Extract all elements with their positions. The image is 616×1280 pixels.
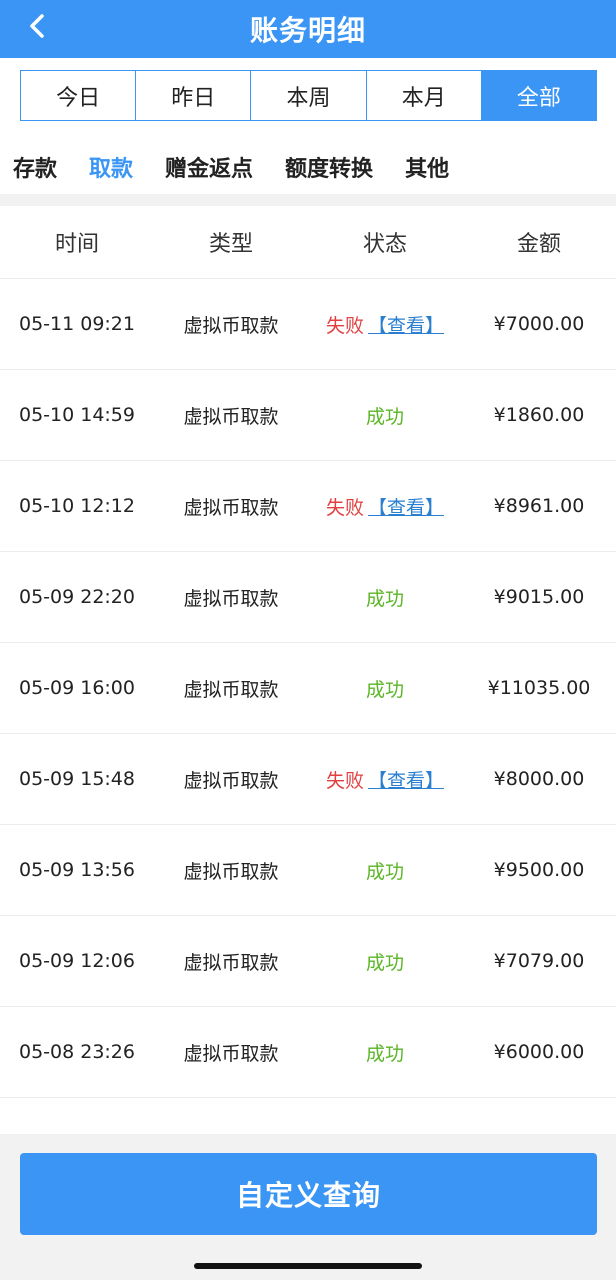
table-row: 05-09 13:56 虚拟币取款 成功 ¥9500.00 bbox=[0, 825, 616, 916]
status-label: 失败 bbox=[325, 496, 364, 519]
home-indicator bbox=[194, 1263, 422, 1269]
type-cell: 虚拟币取款 bbox=[183, 769, 279, 792]
status-cell: 成功 bbox=[308, 1007, 462, 1097]
table-row: 05-09 12:06 虚拟币取款 成功 ¥7079.00 bbox=[0, 916, 616, 1007]
status-cell: 失败 【查看】 bbox=[308, 734, 462, 824]
time-cell: 05-08 23:26 bbox=[18, 1041, 135, 1063]
category-tab-3[interactable]: 额度转换 bbox=[285, 151, 373, 183]
time-cell: 05-10 12:12 bbox=[18, 495, 135, 517]
category-tab-4[interactable]: 其他 bbox=[405, 151, 449, 183]
view-details-link[interactable]: 【查看】 bbox=[368, 766, 444, 793]
period-tab-3[interactable]: 本月 bbox=[367, 71, 482, 120]
time-cell: 05-09 15:48 bbox=[18, 768, 135, 790]
status-label: 成功 bbox=[365, 405, 404, 428]
amount-cell: ¥7000.00 bbox=[493, 313, 585, 335]
status-cell: 成功 bbox=[308, 916, 462, 1006]
amount-cell: ¥7079.00 bbox=[493, 950, 585, 972]
amount-cell: ¥9500.00 bbox=[493, 859, 585, 881]
amount-cell: ¥8000.00 bbox=[493, 768, 585, 790]
period-tab-1[interactable]: 昨日 bbox=[136, 71, 252, 120]
status-cell: 成功 bbox=[308, 370, 462, 460]
table-row: 05-09 22:20 虚拟币取款 成功 ¥9015.00 bbox=[0, 552, 616, 643]
amount-cell: ¥1860.00 bbox=[493, 404, 585, 426]
period-tab-2[interactable]: 本周 bbox=[251, 71, 367, 120]
amount-cell: ¥11035.00 bbox=[487, 677, 591, 699]
type-cell: 虚拟币取款 bbox=[183, 314, 279, 337]
status-label: 成功 bbox=[365, 1042, 404, 1065]
status-label: 成功 bbox=[365, 860, 404, 883]
transactions-table: 时间 类型 状态 金额 05-11 09:21 虚拟币取款 失败 【查看】 ¥7000.00 0… bbox=[0, 206, 616, 1134]
status-cell: 失败 【查看】 bbox=[308, 279, 462, 369]
status-cell: 失败 【查看】 bbox=[308, 461, 462, 551]
category-tab-1[interactable]: 取款 bbox=[89, 151, 133, 183]
time-cell: 05-09 16:00 bbox=[18, 677, 135, 699]
divider bbox=[0, 194, 616, 206]
table-row: 05-09 15:48 虚拟币取款 失败 【查看】 ¥8000.00 bbox=[0, 734, 616, 825]
status-label: 成功 bbox=[365, 951, 404, 974]
header-bar: 账务明细 bbox=[0, 0, 616, 58]
column-header: 时间 bbox=[54, 232, 99, 257]
category-tab-2[interactable]: 赠金返点 bbox=[165, 151, 253, 183]
period-tab-4[interactable]: 全部 bbox=[481, 71, 597, 120]
amount-cell: ¥8961.00 bbox=[493, 495, 585, 517]
column-header: 状态 bbox=[362, 232, 407, 257]
status-label: 失败 bbox=[325, 314, 364, 337]
custom-query-button[interactable]: 自定义查询 bbox=[20, 1153, 597, 1235]
status-cell: 成功 bbox=[308, 643, 462, 733]
table-row: 05-11 09:21 虚拟币取款 失败 【查看】 ¥7000.00 bbox=[0, 279, 616, 370]
table-header: 时间 类型 状态 金额 bbox=[0, 206, 616, 279]
type-cell: 虚拟币取款 bbox=[183, 678, 279, 701]
status-cell: 成功 bbox=[308, 552, 462, 642]
status-label: 失败 bbox=[325, 769, 364, 792]
type-cell: 虚拟币取款 bbox=[183, 496, 279, 519]
back-button[interactable] bbox=[18, 8, 58, 48]
table-row: 05-08 23:26 虚拟币取款 成功 ¥6000.00 bbox=[0, 1007, 616, 1098]
time-cell: 05-09 22:20 bbox=[18, 586, 135, 608]
time-cell: 05-09 13:56 bbox=[18, 859, 135, 881]
view-details-link[interactable]: 【查看】 bbox=[368, 493, 444, 520]
type-cell: 虚拟币取款 bbox=[183, 951, 279, 974]
page-title: 账务明细 bbox=[249, 14, 366, 47]
period-tab-0[interactable]: 今日 bbox=[21, 71, 137, 120]
time-cell: 05-09 12:06 bbox=[18, 950, 135, 972]
type-cell: 虚拟币取款 bbox=[183, 405, 279, 428]
table-row: 05-10 12:12 虚拟币取款 失败 【查看】 ¥8961.00 bbox=[0, 461, 616, 552]
status-label: 成功 bbox=[365, 587, 404, 610]
amount-cell: ¥6000.00 bbox=[493, 1041, 585, 1063]
table-body: 05-11 09:21 虚拟币取款 失败 【查看】 ¥7000.00 05-10 14:5… bbox=[0, 279, 616, 1098]
category-tabs: 存款 取款 赠金返点 额度转换 其他 bbox=[0, 140, 616, 194]
chevron-left-icon bbox=[27, 13, 49, 43]
time-cell: 05-10 14:59 bbox=[18, 404, 135, 426]
column-header: 类型 bbox=[208, 232, 253, 257]
table-row-partial bbox=[0, 1098, 616, 1134]
time-cell: 05-11 09:21 bbox=[18, 313, 135, 335]
column-header: 金额 bbox=[516, 232, 561, 257]
type-cell: 虚拟币取款 bbox=[183, 860, 279, 883]
view-details-link[interactable]: 【查看】 bbox=[368, 311, 444, 338]
type-cell: 虚拟币取款 bbox=[183, 587, 279, 610]
table-row: 05-10 14:59 虚拟币取款 成功 ¥1860.00 bbox=[0, 370, 616, 461]
page: 账务明细 今日 昨日 本周 本月 全部 存款 取款 赠金返点 额度转换 其他 时间 类型 状态 金额 … bbox=[0, 0, 616, 1280]
status-label: 成功 bbox=[365, 678, 404, 701]
type-cell: 虚拟币取款 bbox=[183, 1042, 279, 1065]
amount-cell: ¥9015.00 bbox=[493, 586, 585, 608]
period-tabs: 今日 昨日 本周 本月 全部 bbox=[20, 70, 597, 121]
status-cell: 成功 bbox=[308, 825, 462, 915]
category-tab-0[interactable]: 存款 bbox=[13, 151, 57, 183]
table-row: 05-09 16:00 虚拟币取款 成功 ¥11035.00 bbox=[0, 643, 616, 734]
